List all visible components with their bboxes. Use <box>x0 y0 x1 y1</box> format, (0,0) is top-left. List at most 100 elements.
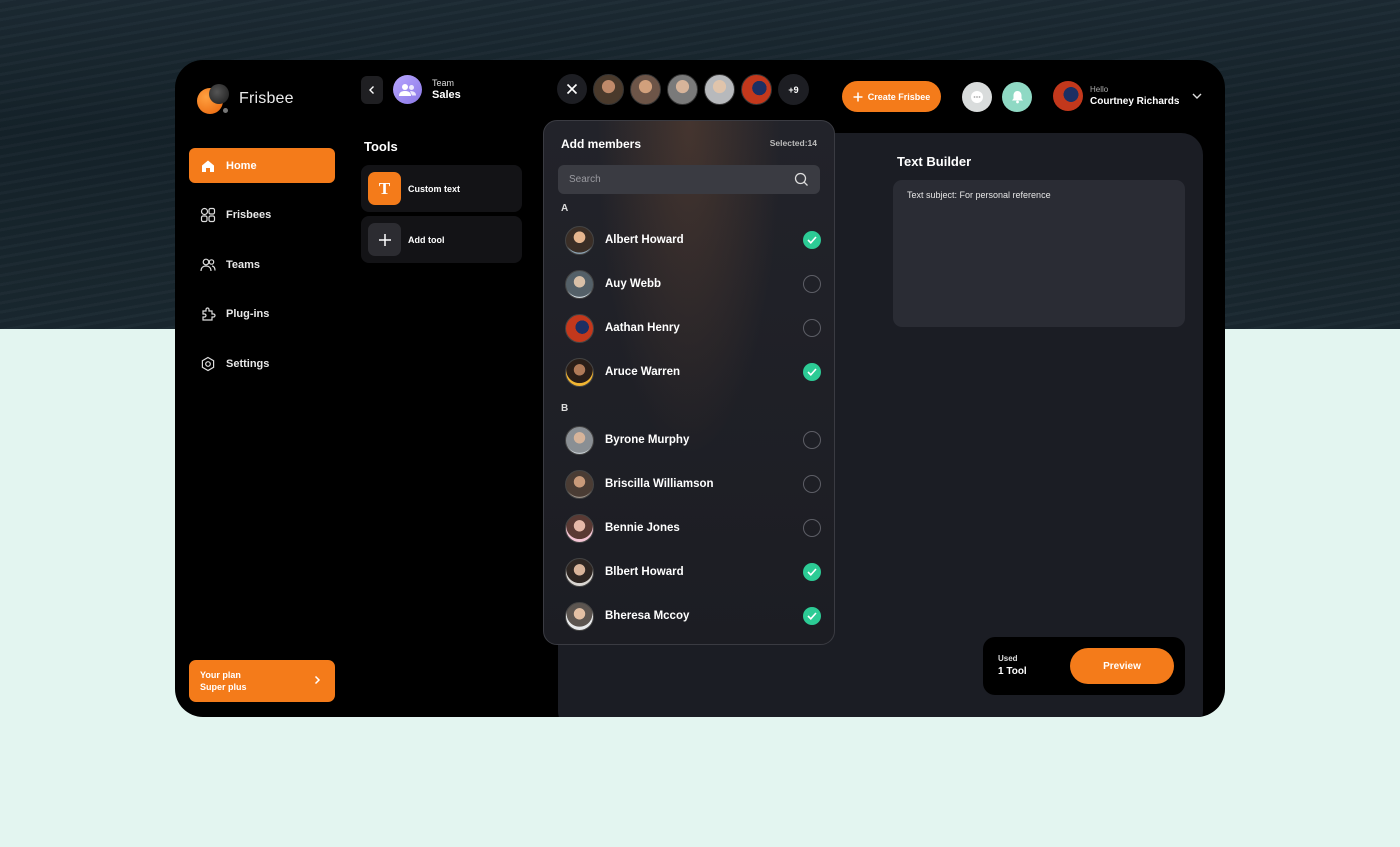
plus-icon <box>368 223 401 256</box>
avatar <box>565 425 594 455</box>
checkbox-unchecked[interactable] <box>803 319 821 337</box>
team-label: Team <box>432 78 455 88</box>
member-name: Albert Howard <box>605 234 684 246</box>
sidebar-item-label: Teams <box>226 258 261 271</box>
used-label: Used <box>998 654 1018 663</box>
avatar[interactable] <box>630 74 661 105</box>
avatar[interactable] <box>667 74 698 105</box>
preview-button[interactable]: Preview <box>1070 648 1174 684</box>
member-row[interactable]: Aathan Henry <box>565 313 821 343</box>
user-greeting: Hello <box>1090 85 1109 94</box>
sidebar-item-label: Home <box>226 159 257 172</box>
chevron-right-icon <box>314 675 321 685</box>
chevron-down-icon[interactable] <box>1191 91 1203 101</box>
text-builder-title: Text Builder <box>897 154 972 169</box>
avatar[interactable] <box>593 74 624 105</box>
close-button[interactable] <box>557 74 587 104</box>
user-name: Courtney Richards <box>1090 96 1180 107</box>
used-value: 1 Tool <box>998 666 1027 677</box>
puzzle-icon <box>202 307 216 321</box>
checkbox-unchecked[interactable] <box>803 475 821 493</box>
avatar <box>1053 81 1083 111</box>
member-row[interactable]: Briscilla Williamson <box>565 469 821 499</box>
checkbox-unchecked[interactable] <box>803 275 821 293</box>
avatar <box>565 313 594 343</box>
grid-icon <box>200 207 216 223</box>
check-icon <box>807 568 817 576</box>
app-name: Frisbee <box>239 90 294 107</box>
back-button[interactable] <box>361 75 383 104</box>
search-icon[interactable] <box>794 172 809 187</box>
team-icon <box>398 83 416 96</box>
sidebar-item-frisbees[interactable]: Frisbees <box>189 198 335 233</box>
search-placeholder: Search <box>569 174 601 185</box>
member-row[interactable]: Albert Howard <box>565 225 821 255</box>
member-name: Auy Webb <box>605 278 662 290</box>
sidebar-item-settings[interactable]: Settings <box>189 346 335 381</box>
member-row[interactable]: Aruce Warren <box>565 357 821 387</box>
plan-label: Your plan <box>200 670 241 680</box>
sidebar-item-plugins[interactable]: Plug-ins <box>189 297 335 332</box>
member-row[interactable]: Auy Webb <box>565 269 821 299</box>
chat-button[interactable] <box>962 82 992 112</box>
search-input[interactable]: Search <box>558 165 820 194</box>
checkbox-checked[interactable] <box>803 607 821 625</box>
member-name: Blbert Howard <box>605 566 684 578</box>
check-icon <box>807 368 817 376</box>
checkbox-unchecked[interactable] <box>803 431 821 449</box>
sidebar-item-teams[interactable]: Teams <box>189 247 335 282</box>
member-name: Byrone Murphy <box>605 434 690 446</box>
tool-add[interactable]: Add tool <box>361 216 522 263</box>
member-avatars: +9 <box>593 74 809 105</box>
member-row[interactable]: Bennie Jones <box>565 513 821 543</box>
bell-icon <box>1011 91 1023 104</box>
avatar <box>565 601 594 631</box>
checkbox-unchecked[interactable] <box>803 519 821 537</box>
plus-icon <box>853 92 863 101</box>
user-menu[interactable]: Hello Courtney Richards <box>1053 81 1179 111</box>
create-frisbee-label: Create Frisbee <box>867 91 931 102</box>
avatar[interactable] <box>704 74 735 105</box>
more-members-count[interactable]: +9 <box>778 74 809 105</box>
app-logo: Frisbee <box>195 82 294 116</box>
create-frisbee-button[interactable]: Create Frisbee <box>842 81 941 112</box>
chat-icon <box>971 91 983 103</box>
avatar <box>565 225 594 255</box>
member-row[interactable]: Byrone Murphy <box>565 425 821 455</box>
sidebar-item-label: Settings <box>226 357 270 370</box>
check-icon <box>807 236 817 244</box>
checkbox-checked[interactable] <box>803 563 821 581</box>
group-letter: B <box>561 403 569 414</box>
avatar <box>565 513 594 543</box>
check-icon <box>807 612 817 620</box>
team-name: Sales <box>432 89 461 101</box>
sidebar-item-label: Frisbees <box>226 209 272 222</box>
avatar[interactable] <box>741 74 772 105</box>
add-members-popup: Add members Selected:14 Search A Albert … <box>543 120 835 645</box>
app-window: Frisbee Home Frisbees Teams Plug-ins Set… <box>175 60 1225 717</box>
team-header: Team Sales <box>361 75 461 104</box>
member-row[interactable]: Bheresa Mccoy <box>565 601 821 631</box>
tool-label: Custom text <box>408 183 461 194</box>
member-name: Bennie Jones <box>605 522 680 534</box>
tools-title: Tools <box>364 139 398 154</box>
sidebar-nav: Home Frisbees Teams Plug-ins Settings <box>189 148 335 396</box>
avatar <box>565 269 594 299</box>
sidebar-item-label: Plug-ins <box>226 308 270 321</box>
text-subject: Text subject: For personal reference <box>907 190 1051 200</box>
home-icon <box>202 160 214 172</box>
text-tool-icon: T <box>368 172 401 205</box>
checkbox-checked[interactable] <box>803 363 821 381</box>
tool-custom-text[interactable]: T Custom text <box>361 165 522 212</box>
tool-label: Add tool <box>408 234 445 245</box>
checkbox-checked[interactable] <box>803 231 821 249</box>
plan-card[interactable]: Your plan Super plus <box>189 660 335 702</box>
sidebar-item-home[interactable]: Home <box>189 148 335 183</box>
gear-icon <box>201 356 215 372</box>
member-row[interactable]: Blbert Howard <box>565 557 821 587</box>
avatar <box>565 557 594 587</box>
team-avatar <box>393 75 422 104</box>
notifications-button[interactable] <box>1002 82 1032 112</box>
text-builder-editor[interactable]: Text subject: For personal reference <box>893 180 1185 327</box>
member-name: Bheresa Mccoy <box>605 610 690 622</box>
